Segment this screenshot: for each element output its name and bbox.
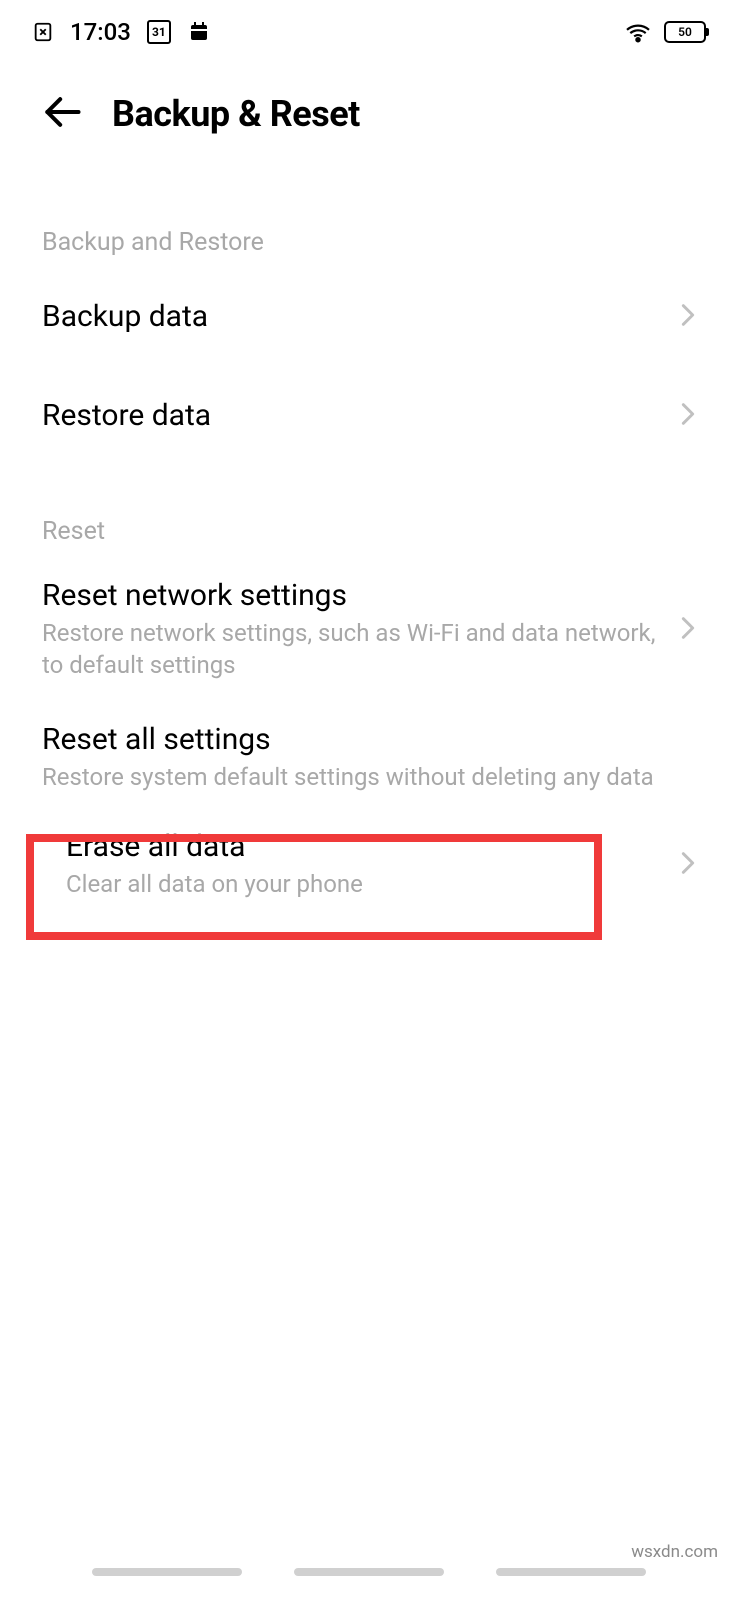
watermark: wsxdn.com [625,1538,724,1566]
nav-pill-back[interactable] [92,1568,242,1576]
section-header-reset: Reset [42,517,696,546]
chevron-right-icon [680,400,696,432]
settings-content: Backup and Restore Backup data Restore d… [0,228,738,919]
backup-data-row[interactable]: Backup data [42,267,696,366]
reset-network-title: Reset network settings [42,578,660,613]
chevron-right-icon [680,301,696,333]
reset-all-row[interactable]: Reset all settings Restore system defaul… [42,704,696,811]
calendar-day-icon: 31 [147,20,171,44]
reset-network-sub: Restore network settings, such as Wi-Fi … [42,617,660,682]
erase-all-title: Erase all data [66,829,660,864]
page-title: Backup & Reset [112,93,360,135]
restore-data-row[interactable]: Restore data [42,366,696,465]
back-arrow-icon[interactable] [40,90,84,138]
restore-data-title: Restore data [42,398,660,433]
backup-data-title: Backup data [42,299,660,334]
page-header: Backup & Reset [0,56,738,158]
status-time: 17:03 [70,18,131,46]
reset-all-sub: Restore system default settings without … [42,761,676,793]
erase-all-row[interactable]: Erase all data Clear all data on your ph… [42,811,696,918]
section-header-backup: Backup and Restore [42,228,696,257]
reminder-icon [187,20,211,44]
nav-pill-home[interactable] [294,1568,444,1576]
chevron-right-icon [680,849,696,881]
status-left: 17:03 31 [32,18,211,46]
chevron-right-icon [680,614,696,646]
wifi-icon [624,21,652,43]
status-bar: 17:03 31 50 [0,0,738,56]
nav-pill-recents[interactable] [496,1568,646,1576]
battery-level: 50 [678,25,692,39]
sim-icon [32,21,54,43]
status-right: 50 [624,21,706,43]
erase-all-sub: Clear all data on your phone [66,868,660,900]
reset-all-title: Reset all settings [42,722,676,757]
battery-icon: 50 [664,21,706,43]
reset-network-row[interactable]: Reset network settings Restore network s… [42,556,696,704]
